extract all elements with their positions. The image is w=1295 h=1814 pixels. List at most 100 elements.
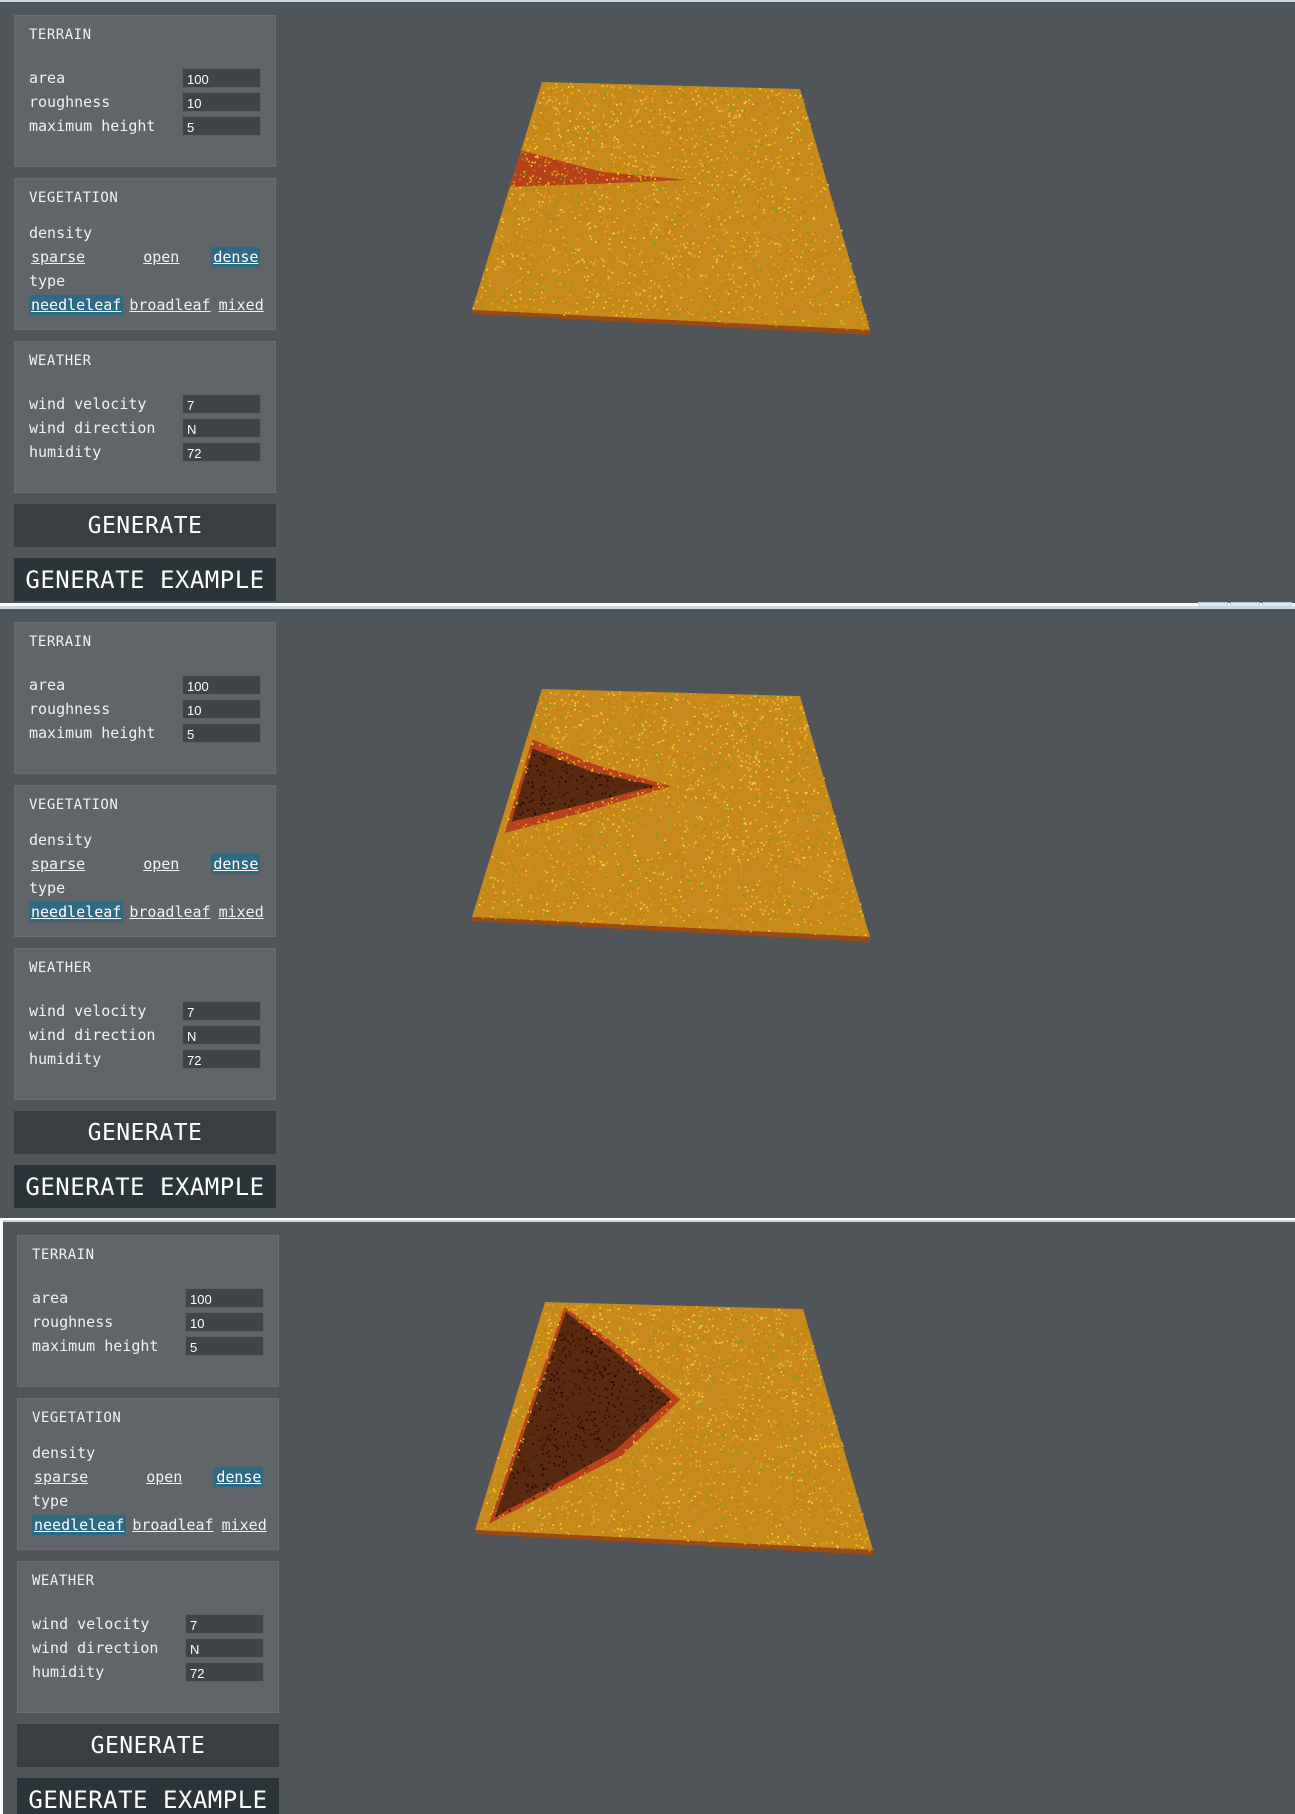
- type-label: type: [32, 1492, 69, 1510]
- density-option-sparse[interactable]: sparse: [29, 247, 87, 267]
- roughness-input[interactable]: 10: [185, 1312, 264, 1332]
- density-option-open[interactable]: open: [141, 854, 181, 874]
- terrain-panel: TERRAIN area 100 roughness 10 maximum he…: [17, 1235, 279, 1387]
- roughness-field-row: roughness 10: [32, 1310, 264, 1334]
- maximum-height-input[interactable]: 5: [182, 116, 261, 136]
- field-label: humidity: [29, 1050, 102, 1068]
- wind-direction-field-row: wind direction N: [29, 416, 261, 440]
- humidity-field-row: humidity 72: [32, 1660, 264, 1684]
- roughness-input[interactable]: 10: [182, 92, 261, 112]
- wind-direction-input[interactable]: N: [182, 1025, 261, 1045]
- panel-title: WEATHER: [29, 353, 92, 369]
- density-option-sparse[interactable]: sparse: [32, 1467, 90, 1487]
- wind-direction-input[interactable]: N: [182, 418, 261, 438]
- wind-velocity-input[interactable]: 7: [182, 1001, 261, 1021]
- density-option-open[interactable]: open: [141, 247, 181, 267]
- field-label: maximum height: [29, 724, 156, 742]
- generate-example-button[interactable]: GENERATE EXAMPLE: [14, 1165, 276, 1208]
- panel-title: VEGETATION: [32, 1410, 122, 1426]
- wind-velocity-field-row: wind velocity 7: [32, 1612, 264, 1636]
- type-option-broadleaf[interactable]: broadleaf: [130, 1515, 215, 1535]
- humidity-input[interactable]: 72: [182, 1049, 261, 1069]
- vegetation-panel: VEGETATION density sparse open dense typ…: [14, 785, 276, 937]
- density-option-dense[interactable]: dense: [211, 854, 261, 874]
- type-option-broadleaf[interactable]: broadleaf: [127, 902, 212, 922]
- area-input[interactable]: 100: [182, 675, 261, 695]
- field-label: roughness: [29, 700, 111, 718]
- field-label: wind direction: [32, 1639, 159, 1657]
- panel-title: TERRAIN: [29, 27, 92, 43]
- humidity-input[interactable]: 72: [185, 1662, 264, 1682]
- humidity-field-row: humidity 72: [29, 440, 261, 464]
- control-sidebar: TERRAIN area 100 roughness 10 maximum he…: [17, 1235, 279, 1814]
- density-label: density: [29, 831, 93, 849]
- panel-title: WEATHER: [29, 960, 92, 976]
- maximum-height-field-row: maximum height 5: [32, 1334, 264, 1358]
- control-sidebar: TERRAIN area 100 roughness 10 maximum he…: [14, 622, 276, 1218]
- field-label: wind velocity: [32, 1615, 150, 1633]
- roughness-field-row: roughness 10: [29, 90, 261, 114]
- panel-title: VEGETATION: [29, 190, 119, 206]
- panel-title: TERRAIN: [32, 1247, 95, 1263]
- area-input[interactable]: 100: [182, 68, 261, 88]
- type-option-broadleaf[interactable]: broadleaf: [127, 295, 212, 315]
- wind-velocity-input[interactable]: 7: [182, 394, 261, 414]
- type-option-mixed[interactable]: mixed: [217, 902, 266, 922]
- field-label: wind velocity: [29, 395, 147, 413]
- wind-velocity-field-row: wind velocity 7: [29, 999, 261, 1023]
- field-label: wind direction: [29, 419, 156, 437]
- type-option-mixed[interactable]: mixed: [217, 295, 266, 315]
- wind-direction-input[interactable]: N: [185, 1638, 264, 1658]
- terrain-panel: TERRAIN area 100 roughness 10 maximum he…: [14, 15, 276, 167]
- generate-button[interactable]: GENERATE: [14, 504, 276, 547]
- maximum-height-field-row: maximum height 5: [29, 114, 261, 138]
- area-field-row: area 100: [29, 66, 261, 90]
- generate-example-button[interactable]: GENERATE EXAMPLE: [17, 1778, 279, 1814]
- density-option-dense[interactable]: dense: [214, 1467, 264, 1487]
- field-label: wind direction: [29, 1026, 156, 1044]
- maximum-height-input[interactable]: 5: [185, 1336, 264, 1356]
- density-option-open[interactable]: open: [144, 1467, 184, 1487]
- field-label: humidity: [32, 1663, 105, 1681]
- humidity-input[interactable]: 72: [182, 442, 261, 462]
- area-field-row: area 100: [29, 673, 261, 697]
- field-label: area: [29, 69, 66, 87]
- terrain-surface: [472, 82, 870, 330]
- wind-direction-field-row: wind direction N: [32, 1636, 264, 1660]
- terrain-3d-viewport[interactable]: [473, 1297, 943, 1597]
- panel-title: TERRAIN: [29, 634, 92, 650]
- density-label: density: [29, 224, 93, 242]
- area-field-row: area 100: [32, 1286, 264, 1310]
- type-option-needleleaf[interactable]: needleleaf: [29, 295, 124, 315]
- simulation-window-2: TERRAIN area 100 roughness 10 maximum he…: [0, 606, 1295, 1218]
- terrain-plane: [472, 689, 870, 942]
- maximum-height-field-row: maximum height 5: [29, 721, 261, 745]
- type-option-mixed[interactable]: mixed: [220, 1515, 269, 1535]
- humidity-field-row: humidity 72: [29, 1047, 261, 1071]
- weather-panel: WEATHER wind velocity 7 wind direction N…: [14, 948, 276, 1100]
- field-label: maximum height: [32, 1337, 159, 1355]
- simulation-window-1: TERRAIN area 100 roughness 10 maximum he…: [0, 0, 1295, 603]
- generate-button[interactable]: GENERATE: [17, 1724, 279, 1767]
- terrain-3d-viewport[interactable]: [470, 684, 940, 984]
- roughness-input[interactable]: 10: [182, 699, 261, 719]
- simulation-window-3: TERRAIN area 100 roughness 10 maximum he…: [3, 1220, 1295, 1814]
- wind-velocity-input[interactable]: 7: [185, 1614, 264, 1634]
- density-label: density: [32, 1444, 96, 1462]
- type-label: type: [29, 272, 66, 290]
- terrain-3d-viewport[interactable]: [470, 77, 940, 377]
- control-sidebar: TERRAIN area 100 roughness 10 maximum he…: [14, 15, 276, 603]
- field-label: maximum height: [29, 117, 156, 135]
- wind-direction-field-row: wind direction N: [29, 1023, 261, 1047]
- type-option-needleleaf[interactable]: needleleaf: [32, 1515, 127, 1535]
- generate-button[interactable]: GENERATE: [14, 1111, 276, 1154]
- panel-title: WEATHER: [32, 1573, 95, 1589]
- type-label: type: [29, 879, 66, 897]
- generate-example-button[interactable]: GENERATE EXAMPLE: [14, 558, 276, 601]
- density-option-sparse[interactable]: sparse: [29, 854, 87, 874]
- area-input[interactable]: 100: [185, 1288, 264, 1308]
- maximum-height-input[interactable]: 5: [182, 723, 261, 743]
- density-option-dense[interactable]: dense: [211, 247, 261, 267]
- terrain-plane: [475, 1302, 873, 1555]
- type-option-needleleaf[interactable]: needleleaf: [29, 902, 124, 922]
